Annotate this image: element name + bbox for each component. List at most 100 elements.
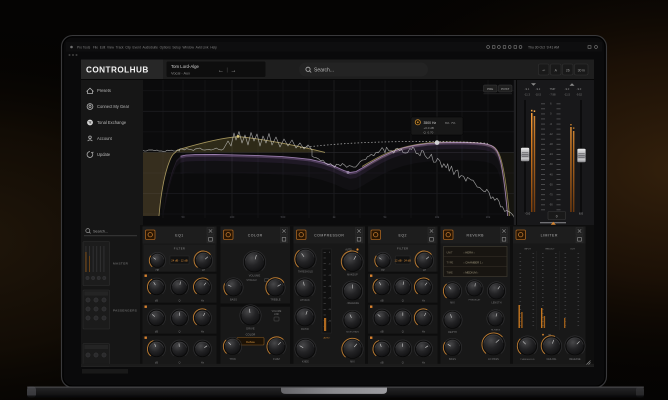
svg-text:VOLUME: VOLUME	[249, 274, 261, 278]
svg-text:|: |	[227, 68, 228, 74]
svg-text:TMP: TMP	[550, 87, 556, 91]
svg-text:Update: Update	[97, 152, 111, 157]
svg-text:→: →	[231, 68, 237, 74]
svg-text:Presets: Presets	[97, 88, 111, 93]
svg-text:-11.3: -11.3	[524, 92, 530, 96]
svg-text:-70: -70	[549, 194, 553, 197]
svg-text:LO PASS: LO PASS	[488, 358, 499, 361]
svg-text:LINK: LINK	[274, 314, 280, 316]
svg-text:MASTER: MASTER	[113, 262, 129, 266]
svg-text:FILTER: FILTER	[397, 246, 408, 250]
svg-text:100: 100	[230, 215, 235, 219]
svg-text:MIX: MIX	[450, 301, 455, 304]
svg-text:-12: -12	[549, 133, 553, 136]
svg-text:FILTER: FILTER	[174, 246, 185, 250]
svg-text:3500 Hz: 3500 Hz	[424, 121, 437, 125]
svg-text:TIME: TIME	[447, 270, 453, 274]
svg-text:THIN: THIN	[229, 358, 235, 361]
svg-text:-24: -24	[549, 153, 553, 156]
svg-text:dB: dB	[155, 331, 158, 334]
svg-text:+0.0 dB: +0.0 dB	[424, 126, 434, 130]
svg-text:DRIVE: DRIVE	[246, 327, 255, 331]
svg-text:Q 0.70: Q 0.70	[424, 130, 434, 134]
svg-text:RELEASE: RELEASE	[569, 358, 581, 361]
svg-text:‹ MEDIUM ›: ‹ MEDIUM ›	[464, 270, 479, 274]
svg-text:LIMITER: LIMITER	[541, 233, 558, 237]
svg-text:DEPTH: DEPTH	[448, 331, 457, 334]
svg-text:RATIO: RATIO	[301, 328, 309, 331]
svg-text:Q: Q	[402, 300, 404, 303]
svg-text:· RELEASE: · RELEASE	[346, 302, 359, 305]
svg-text:BASS: BASS	[449, 358, 456, 361]
svg-text:Q: Q	[402, 331, 404, 334]
svg-text:REVERB: REVERB	[467, 233, 485, 237]
svg-text:-9.0: -9.0	[565, 87, 570, 91]
svg-text:INPUT: INPUT	[524, 249, 531, 251]
svg-text:-7.98: -7.98	[549, 92, 556, 96]
svg-text:Deflate: Deflate	[246, 340, 255, 344]
svg-text:LP: LP	[423, 269, 426, 272]
svg-text:EQ2: EQ2	[398, 233, 407, 237]
svg-text:Search...: Search...	[93, 229, 108, 233]
svg-text:Vocal - Aux: Vocal - Aux	[171, 71, 190, 75]
svg-text:10k: 10k	[435, 215, 440, 219]
svg-text:COMPRESSOR: COMPRESSOR	[314, 233, 344, 237]
svg-text:COLOR: COLOR	[248, 233, 263, 237]
svg-text:ATTACK: ATTACK	[300, 299, 310, 302]
svg-text:Tom Lord-Alge: Tom Lord-Alge	[171, 64, 200, 69]
svg-text:50: 50	[181, 215, 185, 219]
svg-text:12 dB · 24 dB: 12 dB · 24 dB	[395, 259, 412, 263]
svg-text:CONTROLHUB: CONTROLHUB	[86, 66, 149, 75]
svg-text:6% 7%: 6% 7%	[445, 121, 456, 125]
svg-text:LP: LP	[202, 269, 205, 272]
svg-text:Tonal Exchange: Tonal Exchange	[97, 120, 127, 125]
svg-text:-3.0: -3.0	[525, 212, 531, 216]
svg-text:VOLUME: VOLUME	[272, 311, 282, 313]
svg-text:LENGTH: LENGTH	[492, 302, 502, 304]
svg-text:FUZZ: FUZZ	[273, 358, 280, 361]
svg-text:‹ CHAMBER 1 ›: ‹ CHAMBER 1 ›	[464, 260, 484, 264]
svg-text:HI-PASS: HI-PASS	[491, 329, 501, 332]
svg-text:HP: HP	[381, 269, 385, 272]
svg-text:24 dB · 12 dB: 24 dB · 12 dB	[171, 259, 188, 263]
svg-text:Connect My Gear: Connect My Gear	[97, 104, 130, 109]
svg-text:-10.5: -10.5	[535, 92, 542, 96]
svg-text:500: 500	[281, 215, 286, 219]
svg-text:-11.5: -11.5	[564, 92, 570, 96]
svg-text:-30: -30	[549, 163, 553, 166]
svg-text:TYPE: TYPE	[447, 260, 454, 264]
svg-text:CEILING: CEILING	[547, 359, 557, 361]
svg-text:Q: Q	[178, 300, 180, 303]
svg-text:TE: TE	[88, 121, 92, 125]
svg-text:Thu 30 Oct 9:41 AM: Thu 30 Oct 9:41 AM	[528, 45, 559, 49]
svg-text:↩: ↩	[542, 68, 545, 72]
svg-text:PREDELAY: PREDELAY	[469, 299, 481, 302]
svg-text:PASSENGERS: PASSENGERS	[113, 309, 137, 313]
svg-text:Search...: Search...	[314, 67, 334, 73]
svg-text:POST: POST	[501, 87, 509, 91]
svg-text:‹ HERA ›: ‹ HERA ›	[464, 250, 475, 254]
svg-text:dB: dB	[155, 300, 158, 303]
svg-text:STREAM: STREAM	[246, 279, 256, 282]
svg-text:AUTO: AUTO	[323, 337, 329, 340]
svg-text:-90: -90	[549, 204, 553, 207]
svg-text:-9.0: -9.0	[577, 87, 582, 91]
svg-text:HP: HP	[156, 269, 160, 272]
svg-text:←: ←	[218, 68, 224, 74]
svg-text:dB: dB	[380, 300, 383, 303]
svg-text:Account: Account	[97, 136, 113, 141]
svg-text:COLOR: COLOR	[246, 332, 256, 336]
svg-text:EQ1: EQ1	[175, 233, 184, 237]
svg-text:THRESHOLD: THRESHOLD	[298, 271, 313, 273]
svg-text:KNEE: KNEE	[302, 360, 309, 363]
svg-text:OUT: OUT	[570, 249, 575, 251]
svg-text:UNIT: UNIT	[447, 250, 453, 254]
svg-text:Pro Tools File Edit View: Pro Tools File Edit View Track Clip Even…	[77, 46, 217, 50]
svg-text:THRESHOLD: THRESHOLD	[520, 359, 535, 361]
svg-text:MIX: MIX	[350, 360, 355, 363]
svg-text:REDUCT: REDUCT	[545, 249, 555, 251]
svg-text:26: 26	[566, 68, 570, 72]
svg-text:-9.52: -9.52	[576, 92, 583, 96]
svg-text:MAKEUP: MAKEUP	[347, 273, 358, 276]
svg-text:0: 0	[556, 214, 558, 218]
